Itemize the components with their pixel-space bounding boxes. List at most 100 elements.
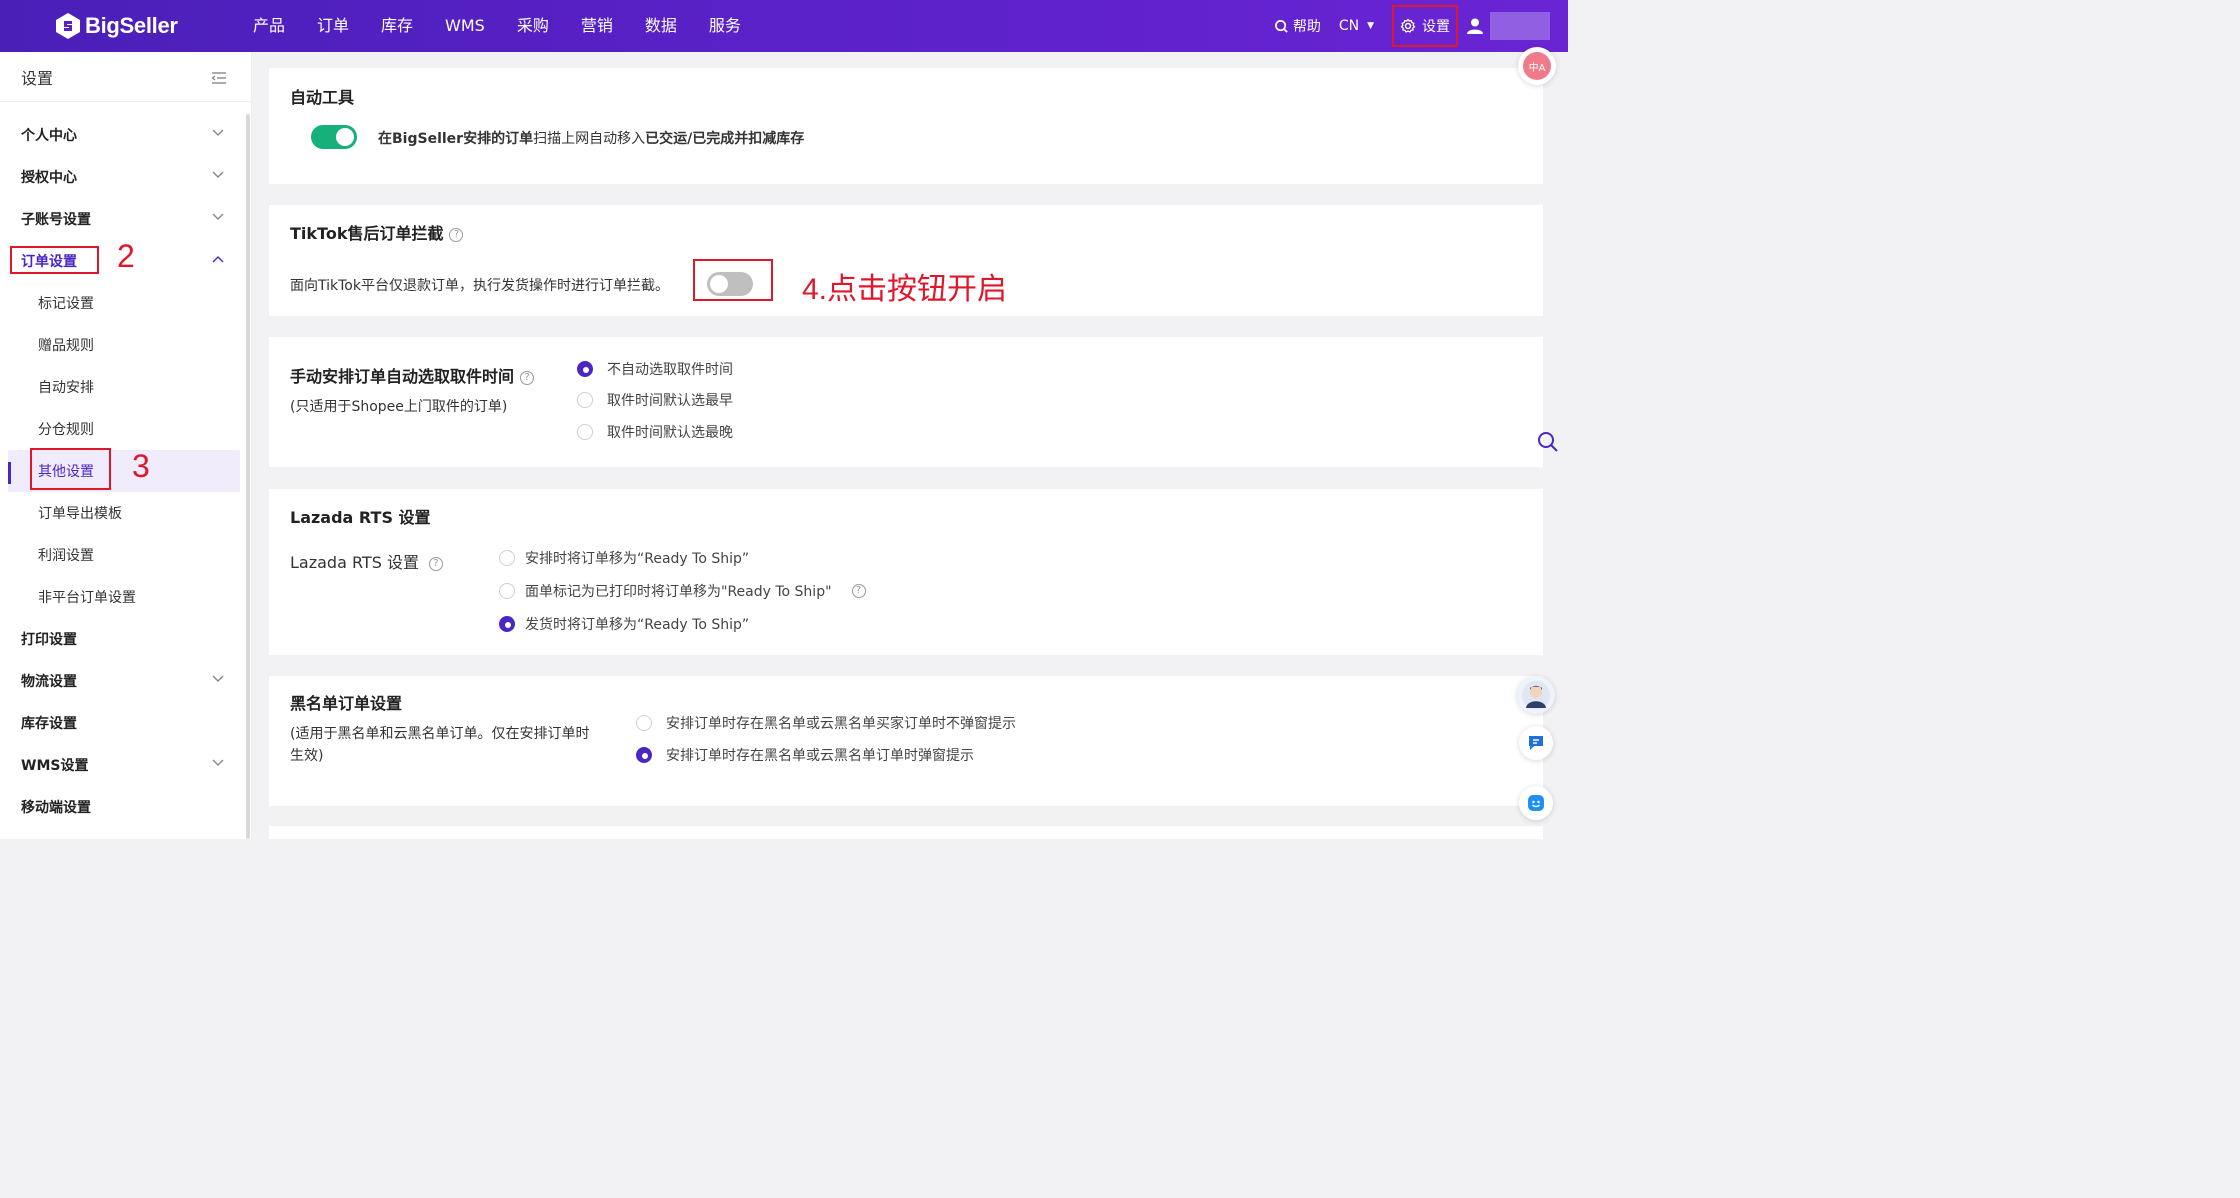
sidebar-item-label: 非平台订单设置 [38,590,136,606]
smile-icon [1528,795,1544,811]
auto-tools-card: 自动工具 在BigSeller安排的订单扫描上网自动移入已交运/已完成并扣减库存 [269,68,1543,184]
active-indicator [8,462,11,484]
user-icon[interactable] [1466,17,1484,35]
radio-button[interactable] [577,392,593,408]
radio-button[interactable] [499,616,515,632]
blacklist-option-popup[interactable]: 安排订单时存在黑名单或云黑名单订单时弹窗提示 [636,745,974,765]
radio-button[interactable] [499,583,515,599]
lazada-option-on-arrange[interactable]: 安排时将订单移为“Ready To Ship” [499,548,749,568]
nav-inventory[interactable]: 库存 [365,0,429,52]
gear-icon [1400,18,1416,33]
sidebar-item-export-template[interactable]: 订单导出模板 [0,492,246,534]
help-link[interactable]: 帮助 [1274,16,1321,36]
sidebar-item-mark-settings[interactable]: 标记设置 [0,282,246,324]
user-name-redacted[interactable] [1490,12,1550,40]
auto-tools-title: 自动工具 [290,88,355,107]
radio-button[interactable] [577,424,593,440]
radio-button[interactable] [636,715,652,731]
auto-tools-description: 在BigSeller安排的订单扫描上网自动移入已交运/已完成并扣减库存 [378,128,804,148]
radio-button[interactable] [577,361,593,377]
sidebar-item-label: WMS设置 [21,758,89,774]
collapse-menu-icon[interactable] [211,70,227,89]
annotation-step-4: 4.点击按钮开启 [802,273,1008,306]
agent-avatar-icon [1522,681,1550,709]
sidebar-item-label: 物流设置 [21,674,77,690]
sidebar-header: 设置 [0,52,251,102]
sidebar-item-inventory[interactable]: 库存设置 [0,702,246,744]
pickup-option-earliest[interactable]: 取件时间默认选最早 [577,390,733,410]
sidebar-item-nonplatform-orders[interactable]: 非平台订单设置 [0,576,246,618]
nav-products[interactable]: 产品 [237,0,301,52]
help-label: 帮助 [1292,19,1321,35]
language-label: CN [1338,18,1360,34]
sidebar-item-label: 赠品规则 [38,338,94,354]
blacklist-title: 黑名单订单设置 [290,694,403,713]
sidebar-item-wms[interactable]: WMS设置 [0,744,246,786]
tiktok-title-text: TikTok售后订单拦截 [290,224,444,243]
chat-button[interactable] [1519,726,1553,760]
pickup-title: 手动安排订单自动选取取件时间? [290,363,535,387]
chevron-down-icon [212,213,224,220]
language-selector[interactable]: CN ▼ [1339,18,1374,34]
lazada-title: Lazada RTS 设置 [290,508,431,527]
sidebar-item-label: 库存设置 [21,716,77,732]
annotation-box-other-settings [30,448,111,490]
option-label: 不自动选取取件时间 [607,362,733,378]
nav-data[interactable]: 数据 [629,0,693,52]
sidebar-item-mobile[interactable]: 移动端设置 [0,786,246,828]
desc-plain: 扫描上网自动移入 [533,131,646,147]
chevron-down-icon [212,171,224,178]
sidebar-item-auto-arrange[interactable]: 自动安排 [0,366,246,408]
sidebar-item-auth-center[interactable]: 授权中心 [0,156,246,198]
nav-marketing[interactable]: 营销 [565,0,629,52]
option-label: 取件时间默认选最晚 [607,425,733,441]
settings-label: 设置 [1422,19,1450,35]
settings-button[interactable]: 设置 [1392,5,1458,47]
search-float-icon[interactable] [1536,430,1560,458]
help-icon[interactable]: ? [520,370,535,385]
sidebar-item-gift-rules[interactable]: 赠品规则 [0,324,246,366]
pickup-option-none[interactable]: 不自动选取取件时间 [577,359,733,379]
top-navbar: BigSeller 产品 订单 库存 WMS 采购 营销 数据 服务 帮助 CN… [0,0,1568,52]
lazada-rts-card: Lazada RTS 设置 Lazada RTS 设置? 安排时将订单移为“Re… [269,489,1543,655]
help-icon[interactable]: ? [851,584,866,598]
sidebar-item-profit-settings[interactable]: 利润设置 [0,534,246,576]
help-icon[interactable]: ? [449,227,464,242]
auto-move-toggle[interactable] [311,125,357,149]
translate-button[interactable]: 中A [1518,47,1556,85]
sidebar-item-personal-center[interactable]: 个人中心 [0,114,246,156]
brand-name: BigSeller [85,13,178,38]
sidebar-item-print-settings[interactable]: 打印设置 [0,618,246,660]
pickup-time-card: 手动安排订单自动选取取件时间? (只适用于Shopee上门取件的订单) 不自动选… [269,337,1543,467]
help-icon[interactable]: ? [428,556,443,571]
sidebar-item-subaccount[interactable]: 子账号设置 [0,198,246,240]
nav-services[interactable]: 服务 [693,0,757,52]
bigseller-logo[interactable]: BigSeller [55,11,178,41]
nav-purchase[interactable]: 采购 [501,0,565,52]
sidebar-item-logistics[interactable]: 物流设置 [0,660,246,702]
pickup-option-latest[interactable]: 取件时间默认选最晚 [577,422,733,442]
nav-orders[interactable]: 订单 [301,0,365,52]
annotation-box-toggle [693,259,773,301]
sidebar-item-warehouse-rules[interactable]: 分仓规则 [0,408,246,450]
sidebar-item-label: 个人中心 [21,128,77,144]
sidebar-scrollbar[interactable] [246,114,250,839]
sidebar-item-label: 标记设置 [38,296,94,312]
option-label: 安排时将订单移为“Ready To Ship” [525,551,750,567]
lazada-option-on-print[interactable]: 面单标记为已打印时将订单移为"Ready To Ship"? [499,581,866,601]
nav-wms[interactable]: WMS [429,0,501,52]
lazada-option-on-ship[interactable]: 发货时将订单移为“Ready To Ship” [499,614,749,634]
desc-bold-a: 在BigSeller安排的订单 [378,131,534,147]
radio-button[interactable] [636,747,652,763]
radio-button[interactable] [499,550,515,566]
support-avatar[interactable] [1517,676,1555,714]
sidebar-title: 设置 [21,68,54,88]
main-nav: 产品 订单 库存 WMS 采购 营销 数据 服务 [237,0,757,52]
feedback-button[interactable] [1519,786,1553,820]
pickup-note: (只适用于Shopee上门取件的订单) [290,399,508,415]
search-icon [1274,19,1288,33]
option-label: 安排订单时存在黑名单或云黑名单订单时弹窗提示 [666,748,974,764]
blacklist-card: 黑名单订单设置 (适用于黑名单和云黑名单订单。仅在安排订单时 生效) 安排订单时… [269,676,1543,806]
blacklist-option-no-popup[interactable]: 安排订单时存在黑名单或云黑名单买家订单时不弹窗提示 [636,713,1016,733]
chevron-down-icon [212,129,224,136]
